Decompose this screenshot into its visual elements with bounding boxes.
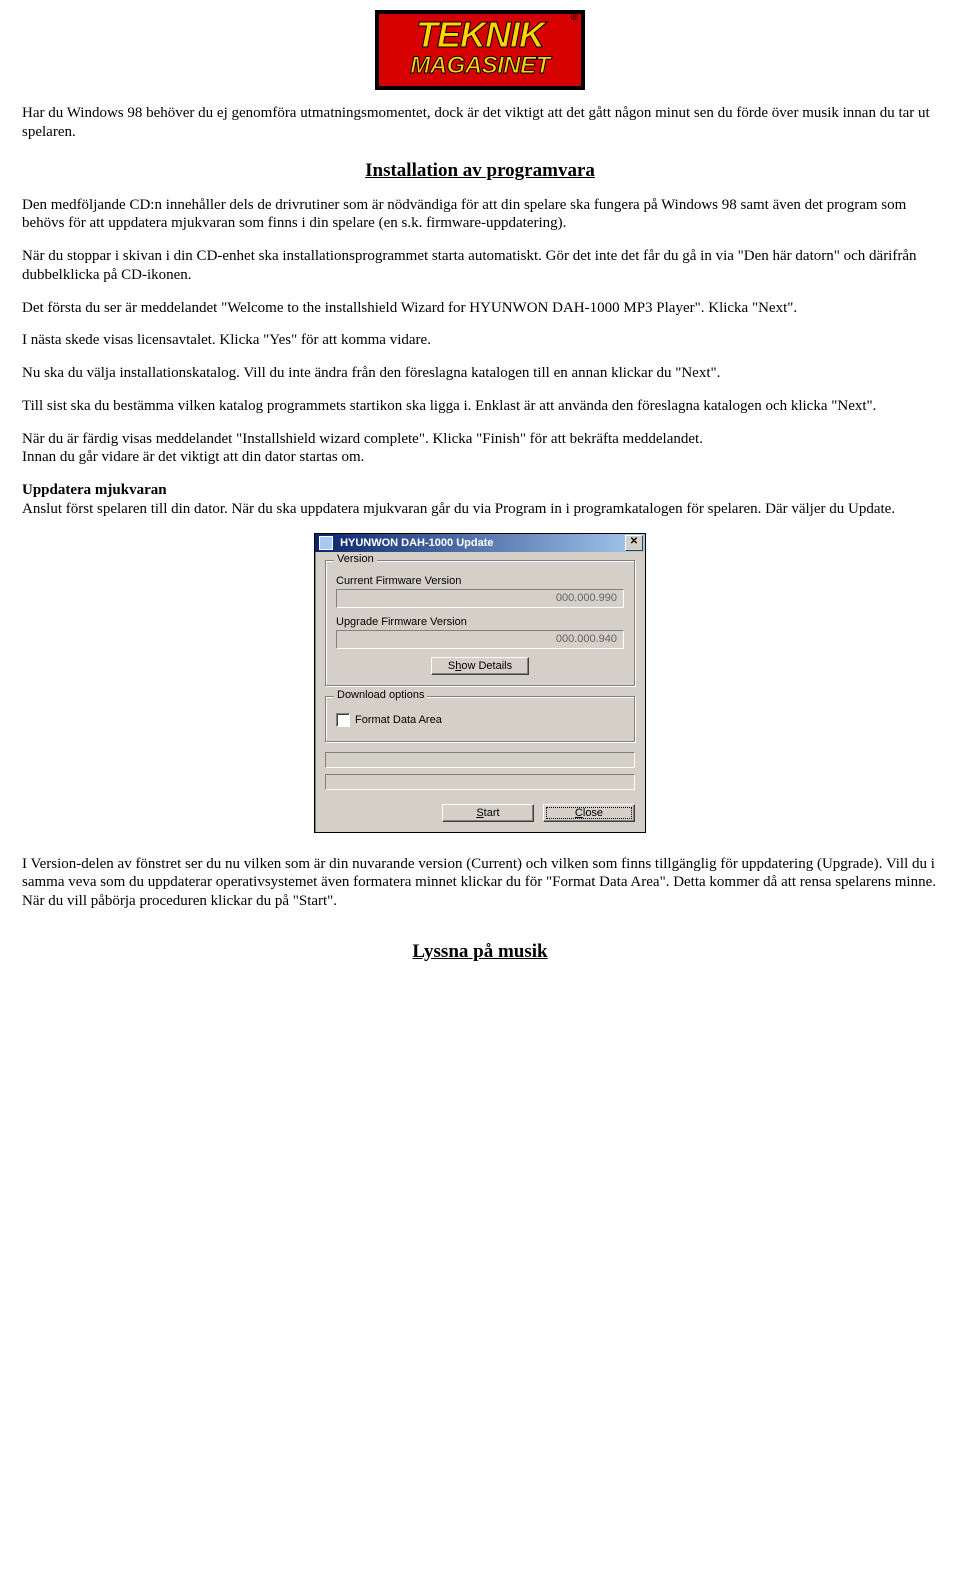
intro-paragraph: Har du Windows 98 behöver du ej genomför… <box>22 104 938 142</box>
install-paragraph-5: Nu ska du välja installationskatalog. Vi… <box>22 364 938 383</box>
dialog-titlebar[interactable]: HYUNWON DAH-1000 Update ✕ <box>315 534 645 552</box>
version-groupbox: Version Current Firmware Version 000.000… <box>325 560 635 686</box>
current-firmware-value: 000.000.990 <box>336 589 624 608</box>
install-paragraph-7a: När du är färdig visas meddelandet "Inst… <box>22 430 938 449</box>
start-button[interactable]: Start <box>442 804 534 822</box>
close-icon: ✕ <box>630 536 638 547</box>
close-button[interactable]: ✕ <box>625 535 643 551</box>
app-icon <box>319 536 333 550</box>
close-dialog-button[interactable]: Close <box>543 804 635 822</box>
install-paragraph-4: I nästa skede visas licensavtalet. Klick… <box>22 331 938 350</box>
download-options-groupbox: Download options Format Data Area <box>325 696 635 742</box>
heading-update-software: Uppdatera mjukvaran <box>22 482 167 498</box>
logo-line1: TEKNIK <box>385 18 575 52</box>
progress-bar-1 <box>325 752 635 768</box>
install-paragraph-3: Det första du ser är meddelandet "Welcom… <box>22 299 938 318</box>
heading-installation: Installation av programvara <box>22 160 938 182</box>
logo-container: ® TEKNIK MAGASINET <box>22 10 938 90</box>
upgrade-firmware-value: 000.000.940 <box>336 630 624 649</box>
download-options-legend: Download options <box>334 689 427 701</box>
version-paragraph: I Version-delen av fönstret ser du nu vi… <box>22 855 938 911</box>
install-paragraph-2: När du stoppar i skivan i din CD-enhet s… <box>22 247 938 285</box>
dialog-title: HYUNWON DAH-1000 Update <box>340 537 493 549</box>
heading-listen-music: Lyssna på musik <box>22 941 938 963</box>
update-dialog: HYUNWON DAH-1000 Update ✕ Version Curren… <box>314 533 646 833</box>
install-paragraph-6: Till sist ska du bestämma vilken katalog… <box>22 397 938 416</box>
registered-mark: ® <box>571 12 578 23</box>
current-firmware-label: Current Firmware Version <box>336 575 624 587</box>
update-paragraph: Anslut först spelaren till din dator. Nä… <box>22 500 938 519</box>
install-paragraph-1: Den medföljande CD:n innehåller dels de … <box>22 196 938 234</box>
show-details-button[interactable]: Show Details <box>431 657 529 675</box>
logo-line2: MAGASINET <box>385 54 575 78</box>
teknikmagasinet-logo: ® TEKNIK MAGASINET <box>375 10 585 90</box>
format-data-area-label[interactable]: Format Data Area <box>355 714 442 726</box>
version-legend: Version <box>334 553 377 565</box>
progress-bar-2 <box>325 774 635 790</box>
format-data-area-checkbox[interactable] <box>336 713 350 727</box>
install-paragraph-7b: Innan du går vidare är det viktigt att d… <box>22 448 938 467</box>
upgrade-firmware-label: Upgrade Firmware Version <box>336 616 624 628</box>
